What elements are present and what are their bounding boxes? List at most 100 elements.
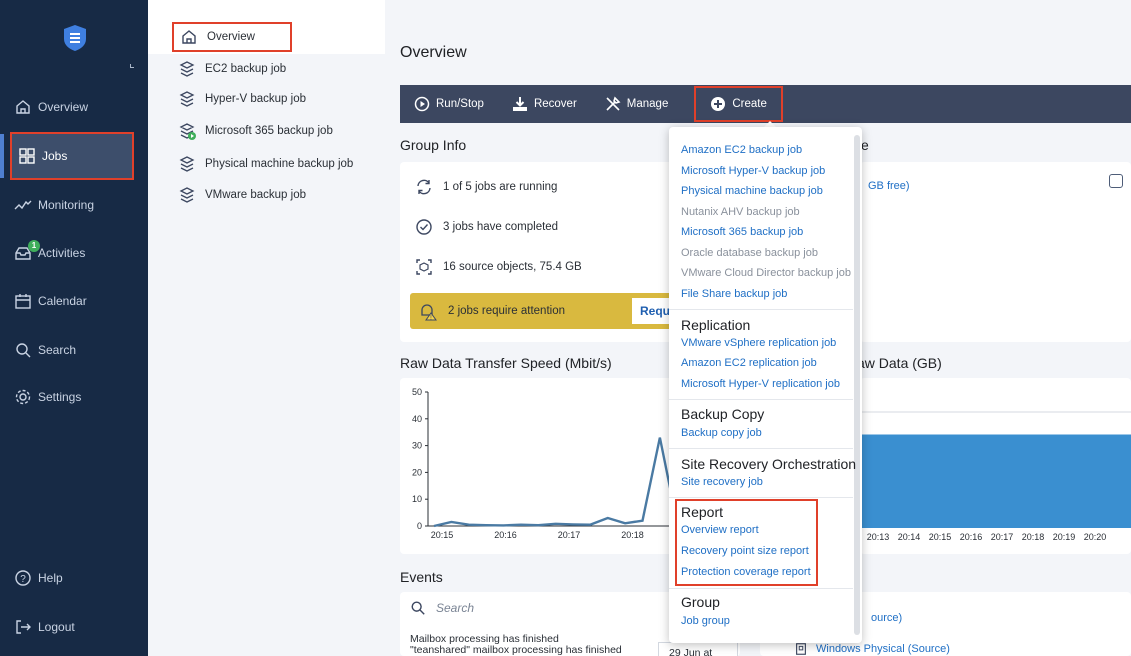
dd-overview-report[interactable]: Overview report xyxy=(681,524,759,536)
dd-ec2-replication[interactable]: Amazon EC2 replication job xyxy=(681,357,817,369)
dd-group-heading: Group xyxy=(681,594,720,610)
nav-item-jobs[interactable]: Jobs xyxy=(0,132,134,180)
submenu-item-hyperv[interactable]: Hyper-V backup job xyxy=(178,88,306,110)
submenu-item-overview[interactable]: Overview xyxy=(172,22,292,52)
app-logo-icon[interactable] xyxy=(63,24,87,52)
nav-item-logout[interactable]: Logout xyxy=(14,612,75,642)
dropdown-divider xyxy=(669,497,853,498)
y-tick-label: 20 xyxy=(412,467,422,477)
attention-text: 2 jobs require attention xyxy=(448,305,565,317)
jobs-completed-text: 3 jobs have completed xyxy=(443,221,559,233)
nav-item-settings[interactable]: Settings xyxy=(14,382,81,412)
dropdown-divider xyxy=(669,448,853,449)
x-tick-label: 20:16 xyxy=(960,532,983,542)
left-nav: Overview Jobs Monitoring 1 Activities Ca… xyxy=(0,0,148,656)
dd-site-recovery-heading: Site Recovery Orchestration xyxy=(681,456,857,472)
create-button[interactable]: Create xyxy=(694,86,783,122)
dropdown-scrollbar[interactable] xyxy=(854,135,860,635)
submenu-item-m365[interactable]: Microsoft 365 backup job xyxy=(178,120,333,142)
events-search[interactable]: Search xyxy=(410,600,474,616)
y-tick-label: 30 xyxy=(412,441,422,451)
dd-hyperv-replication[interactable]: Microsoft Hyper-V replication job xyxy=(681,378,840,390)
events-title: Events xyxy=(400,569,443,585)
dd-file-share-backup[interactable]: File Share backup job xyxy=(681,288,787,300)
dd-amazon-ec2-backup[interactable]: Amazon EC2 backup job xyxy=(681,144,802,156)
create-label: Create xyxy=(732,98,767,110)
submenu-item-physical[interactable]: Physical machine backup job xyxy=(178,153,353,175)
nav-label-monitoring: Monitoring xyxy=(38,198,95,212)
raw-chart-card: 20:13 20:14 20:15 20:16 20:17 20:18 20:19 20:20 xyxy=(860,378,1131,554)
x-tick-label: 20:17 xyxy=(558,530,581,540)
x-tick-label: 20:18 xyxy=(621,530,644,540)
y-tick-label: 10 xyxy=(412,494,422,504)
nav-item-monitoring[interactable]: Monitoring xyxy=(14,190,94,220)
dd-recovery-point-size-report[interactable]: Recovery point size report xyxy=(681,545,809,557)
x-tick-label: 20:19 xyxy=(1053,532,1076,542)
raw-data-area xyxy=(860,434,1131,528)
help-icon: ? xyxy=(15,570,31,586)
dd-protection-coverage-report[interactable]: Protection coverage report xyxy=(681,566,811,578)
activities-badge: 1 xyxy=(28,240,40,252)
source-objects-icon xyxy=(416,259,432,275)
play-circle-icon xyxy=(414,96,430,112)
select-checkbox[interactable] xyxy=(1109,174,1123,188)
nav-item-search[interactable]: Search xyxy=(14,335,76,365)
submenu-label: VMware backup job xyxy=(205,189,306,201)
search-icon xyxy=(411,601,425,615)
raw-chart: 20:13 20:14 20:15 20:16 20:17 20:18 20:19 20:20 xyxy=(860,411,1131,542)
recover-button[interactable]: Recover xyxy=(498,85,591,123)
submenu-item-ec2[interactable]: EC2 backup job xyxy=(178,58,286,80)
source-link-fragment[interactable]: ource) xyxy=(871,612,902,624)
event-message[interactable]: Mailbox processing has finished "teansha… xyxy=(410,634,670,656)
windows-physical-source-link[interactable]: Windows Physical (Source) xyxy=(794,642,950,656)
windows-physical-label: Windows Physical (Source) xyxy=(816,643,950,655)
svg-text:?: ? xyxy=(20,574,26,585)
x-tick-label: 20:15 xyxy=(431,530,454,540)
y-tick-label: 50 xyxy=(412,387,422,397)
nav-item-activities[interactable]: 1 Activities xyxy=(14,238,85,268)
dd-vmware-replication[interactable]: VMware vSphere replication job xyxy=(681,337,836,349)
dd-oracle-backup: Oracle database backup job xyxy=(681,247,818,259)
backup-job-icon xyxy=(179,91,195,107)
nav-item-calendar[interactable]: Calendar xyxy=(14,286,87,316)
search-icon xyxy=(16,343,31,358)
grid-icon xyxy=(19,148,35,164)
source-objects-text: 16 source objects, 75.4 GB xyxy=(443,261,582,273)
plus-circle-icon xyxy=(711,97,726,111)
nav-item-overview[interactable]: Overview xyxy=(14,92,88,122)
manage-label: Manage xyxy=(626,98,669,110)
dd-physical-backup[interactable]: Physical machine backup job xyxy=(681,185,823,197)
run-stop-button[interactable]: Run/Stop xyxy=(400,85,498,123)
jobs-running-text: 1 of 5 jobs are running xyxy=(443,181,558,193)
jobs-completed-row: 3 jobs have completed xyxy=(415,218,558,236)
logout-icon xyxy=(16,620,31,634)
home-icon xyxy=(182,30,196,44)
events-search-placeholder: Search xyxy=(436,601,475,615)
home-icon xyxy=(16,100,30,114)
physical-machine-icon xyxy=(796,643,806,655)
toolbar: Run/Stop Recover Manage Create xyxy=(400,85,1131,123)
manage-button[interactable]: Manage xyxy=(591,85,683,123)
x-tick-label: 20:20 xyxy=(1084,532,1107,542)
submenu-label: Physical machine backup job xyxy=(205,158,354,170)
event-date: 29 Jun at xyxy=(658,642,738,656)
dd-hyperv-backup[interactable]: Microsoft Hyper-V backup job xyxy=(681,165,825,177)
nav-label-overview: Overview xyxy=(38,100,89,114)
dd-site-recovery-job[interactable]: Site recovery job xyxy=(681,476,763,488)
x-tick-label: 20:14 xyxy=(898,532,921,542)
jobs-submenu: Overview EC2 backup job Hyper-V backup j… xyxy=(148,0,385,656)
collapse-nav-icon[interactable] xyxy=(130,64,134,68)
dd-vmware-cloud-director-backup: VMware Cloud Director backup job xyxy=(681,267,851,279)
dd-job-group[interactable]: Job group xyxy=(681,615,730,627)
dropdown-divider xyxy=(669,309,853,310)
dd-backup-copy-job[interactable]: Backup copy job xyxy=(681,427,762,439)
check-circle-icon xyxy=(416,219,432,235)
raw-chart-title: aw Data (GB) xyxy=(857,355,942,371)
x-tick-label: 20:18 xyxy=(1022,532,1045,542)
dd-report-heading: Report xyxy=(681,504,724,520)
dd-m365-backup[interactable]: Microsoft 365 backup job xyxy=(681,226,803,238)
nav-item-help[interactable]: ? Help xyxy=(14,563,63,593)
x-tick-label: 20:13 xyxy=(867,532,890,542)
submenu-item-vmware[interactable]: VMware backup job xyxy=(178,184,306,206)
dropdown-divider xyxy=(669,399,853,400)
